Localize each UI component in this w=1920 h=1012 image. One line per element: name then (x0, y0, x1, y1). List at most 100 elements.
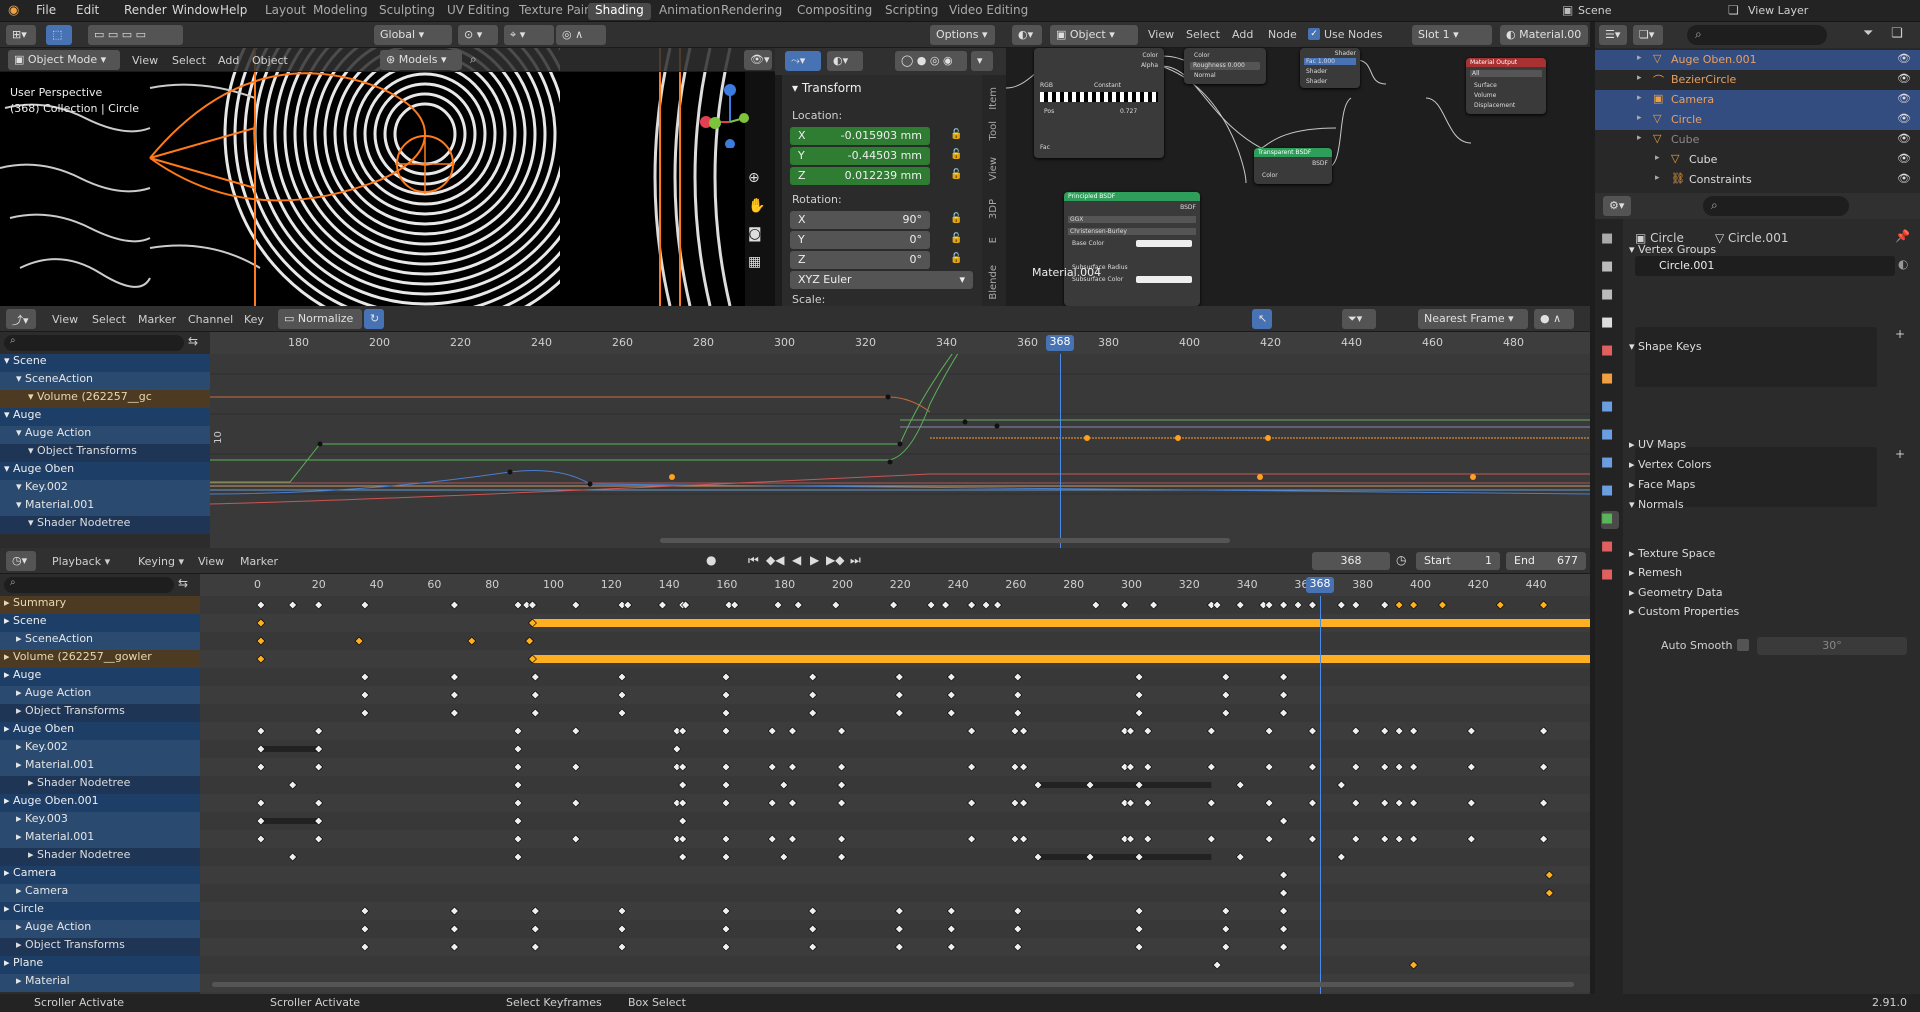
select-mode-buttons[interactable]: ▭ ▭ ▭ ▭ (88, 25, 183, 45)
expand-icon[interactable]: ▾ (4, 408, 13, 421)
output-tab-icon[interactable]: ■ (1601, 287, 1619, 305)
orientation-dropdown[interactable]: Global ▾ (374, 25, 452, 45)
outliner-item-name[interactable]: Cube (1671, 133, 1699, 146)
expand-icon[interactable]: ▸ (28, 776, 37, 789)
normalize-toggle[interactable]: ▭ Normalize (278, 309, 362, 329)
dope-swap-icon[interactable]: ⇆ (178, 576, 188, 590)
timeline-menu-playback[interactable]: Playback ▾ (52, 555, 110, 568)
view-layer-name[interactable]: View Layer (1748, 4, 1808, 17)
collection-dropdown[interactable]: ⊛ Models ▾ (380, 50, 462, 70)
workspace-tab-scripting[interactable]: Scripting (878, 3, 945, 20)
visibility-eye-icon[interactable]: 👁 (1897, 92, 1911, 105)
play-icon[interactable]: ▶ (810, 553, 819, 567)
location-x-field[interactable]: X -0.015903 mm (790, 127, 930, 145)
section-shape-keys[interactable]: ▾ Shape Keys (1629, 340, 1702, 353)
workspace-tab-shading[interactable]: Shading (588, 3, 651, 20)
disclosure-triangle-icon[interactable]: ▸ (1637, 113, 1642, 123)
node-base-color-swatch[interactable] (1136, 240, 1192, 247)
dope-channel-row[interactable]: ▸ Camera (0, 884, 200, 902)
search-icon[interactable]: ⌕ (470, 52, 477, 67)
dope-channel-row[interactable]: ▸ Volume (262257__gowler (0, 650, 200, 668)
sidebar-tab-blende[interactable]: Blende (988, 265, 999, 300)
dope-channel-search[interactable]: ⌕ (4, 577, 174, 593)
graph-channel-row[interactable]: ▾ Auge Oben (0, 462, 210, 480)
dope-playhead[interactable] (1320, 596, 1321, 994)
mesh-datablock-field[interactable]: Circle.001 (1635, 256, 1895, 276)
zoom-icon[interactable]: ⊕ (748, 170, 760, 186)
view-layer-icon[interactable]: ❏ (1728, 3, 1739, 17)
dope-channel-row[interactable]: ▸ Summary (0, 596, 200, 614)
vp-menu-select[interactable]: Select (172, 54, 206, 67)
expand-icon[interactable]: ▸ (4, 650, 13, 663)
play-reverse-icon[interactable]: ◀ (792, 553, 801, 567)
section-custom-properties[interactable]: ▸ Custom Properties (1629, 605, 1739, 618)
graph-channel-row[interactable]: ▾ Material.001 (0, 498, 210, 516)
dope-channel-row[interactable]: ▸ Object Transforms (0, 704, 200, 722)
principled-bsdf-node[interactable]: Principled BSDF BSDF GGX Christensen-Bur… (1064, 192, 1200, 306)
properties-type-button[interactable]: ⚙▾ (1603, 196, 1631, 216)
roughness-node[interactable]: Color Roughness 0.000 Normal (1184, 48, 1266, 84)
expand-icon[interactable]: ▸ (16, 758, 25, 771)
expand-icon[interactable]: ▸ (16, 704, 25, 717)
mode-dropdown[interactable]: ▣ Object Mode ▾ (8, 50, 120, 70)
graph-ruler[interactable] (210, 332, 1590, 354)
new-collection-icon[interactable]: ❏ (1891, 26, 1903, 41)
prev-keyframe-icon[interactable]: ◆◀ (766, 553, 784, 567)
graph-channel-row[interactable]: ▾ Key.002 (0, 480, 210, 498)
texture-tab-icon[interactable]: ■ (1601, 567, 1619, 585)
dope-channel-row[interactable]: ▸ Material.001 (0, 830, 200, 848)
node-menu-view[interactable]: View (1148, 28, 1174, 41)
graph-curves[interactable] (210, 354, 1590, 548)
viewport-3d[interactable]: User Perspective (368) Collection | Circ… (0, 48, 775, 306)
record-button[interactable]: ● (706, 553, 716, 567)
lock-icon[interactable]: 🔓 (950, 213, 962, 224)
rotation-z-field[interactable]: Z 0° (790, 251, 930, 269)
expand-icon[interactable]: ▸ (4, 614, 13, 627)
render-tab-icon[interactable]: ■ (1601, 259, 1619, 277)
workspace-tab-modeling[interactable]: Modeling (306, 3, 375, 20)
sidebar-tab-e[interactable]: E (988, 237, 999, 243)
add-vertex-group-icon[interactable]: + (1895, 327, 1905, 341)
material-tab-icon[interactable]: ■ (1601, 539, 1619, 557)
graph-menu-view[interactable]: View (52, 313, 78, 326)
node-editor-type-button[interactable]: ◐▾ (1012, 25, 1042, 45)
outliner-item-name[interactable]: Cube (1689, 153, 1717, 166)
menu-edit[interactable]: Edit (76, 3, 99, 17)
lock-icon[interactable]: 🔓 (950, 233, 962, 244)
visibility-eye-icon[interactable]: 👁 (1897, 132, 1911, 145)
node-editor-canvas[interactable]: Color Alpha RGB Constant Pos 0.727 Fac C… (1006, 48, 1590, 306)
expand-icon[interactable]: ▸ (4, 794, 13, 807)
graph-channel-row[interactable]: ▾ Shader Nodetree (0, 516, 210, 534)
keyframe-area[interactable] (200, 596, 1590, 994)
viewport-gizmo-toggles[interactable]: 👁▾ (744, 50, 772, 70)
add-shape-key-icon[interactable]: + (1895, 447, 1905, 461)
dope-channel-row[interactable]: ▸ Shader Nodetree (0, 848, 200, 866)
expand-icon[interactable]: ▾ (28, 444, 37, 457)
dope-channel-row[interactable]: ▸ Key.003 (0, 812, 200, 830)
shading-dropdown[interactable]: ▾ (971, 51, 993, 71)
vp-menu-view[interactable]: View (132, 54, 158, 67)
snap-dropdown[interactable]: Nearest Frame ▾ (1418, 309, 1528, 329)
color-ramp-bar[interactable] (1040, 92, 1158, 102)
snap-toggle[interactable]: ⌖ ▾ (504, 25, 554, 45)
object-tab-icon[interactable]: ■ (1601, 371, 1619, 389)
outliner-item-name[interactable]: BezierCircle (1671, 73, 1736, 86)
outliner-row[interactable]: ▸ ▽ Cube 👁 (1595, 130, 1920, 150)
sidebar-tab-3dp[interactable]: 3DP (988, 199, 999, 219)
shading-mode-buttons[interactable]: ◯ ● ◎ ◉ (895, 51, 967, 71)
particles-tab-icon[interactable]: ■ (1601, 427, 1619, 445)
expand-icon[interactable]: ▾ (28, 516, 37, 529)
use-nodes-checkbox[interactable]: ✓ (1308, 28, 1320, 40)
only-selected-toggle[interactable]: ↖ (1252, 309, 1272, 329)
pan-hand-icon[interactable]: ✋ (748, 198, 765, 214)
expand-icon[interactable]: ▸ (4, 956, 13, 969)
expand-icon[interactable]: ▸ (16, 632, 25, 645)
dope-current-frame-badge[interactable]: 368 (1306, 577, 1334, 593)
filter-icon[interactable]: ⏷ (1863, 26, 1873, 41)
expand-icon[interactable]: ▾ (28, 390, 37, 403)
disclosure-triangle-icon[interactable]: ▸ (1637, 133, 1642, 143)
options-dropdown[interactable]: Options ▾ (930, 25, 995, 45)
dope-channel-row[interactable]: ▸ Key.002 (0, 740, 200, 758)
lock-icon[interactable]: 🔓 (950, 149, 962, 160)
material-dropdown[interactable]: ◐ Material.00 (1500, 25, 1588, 45)
